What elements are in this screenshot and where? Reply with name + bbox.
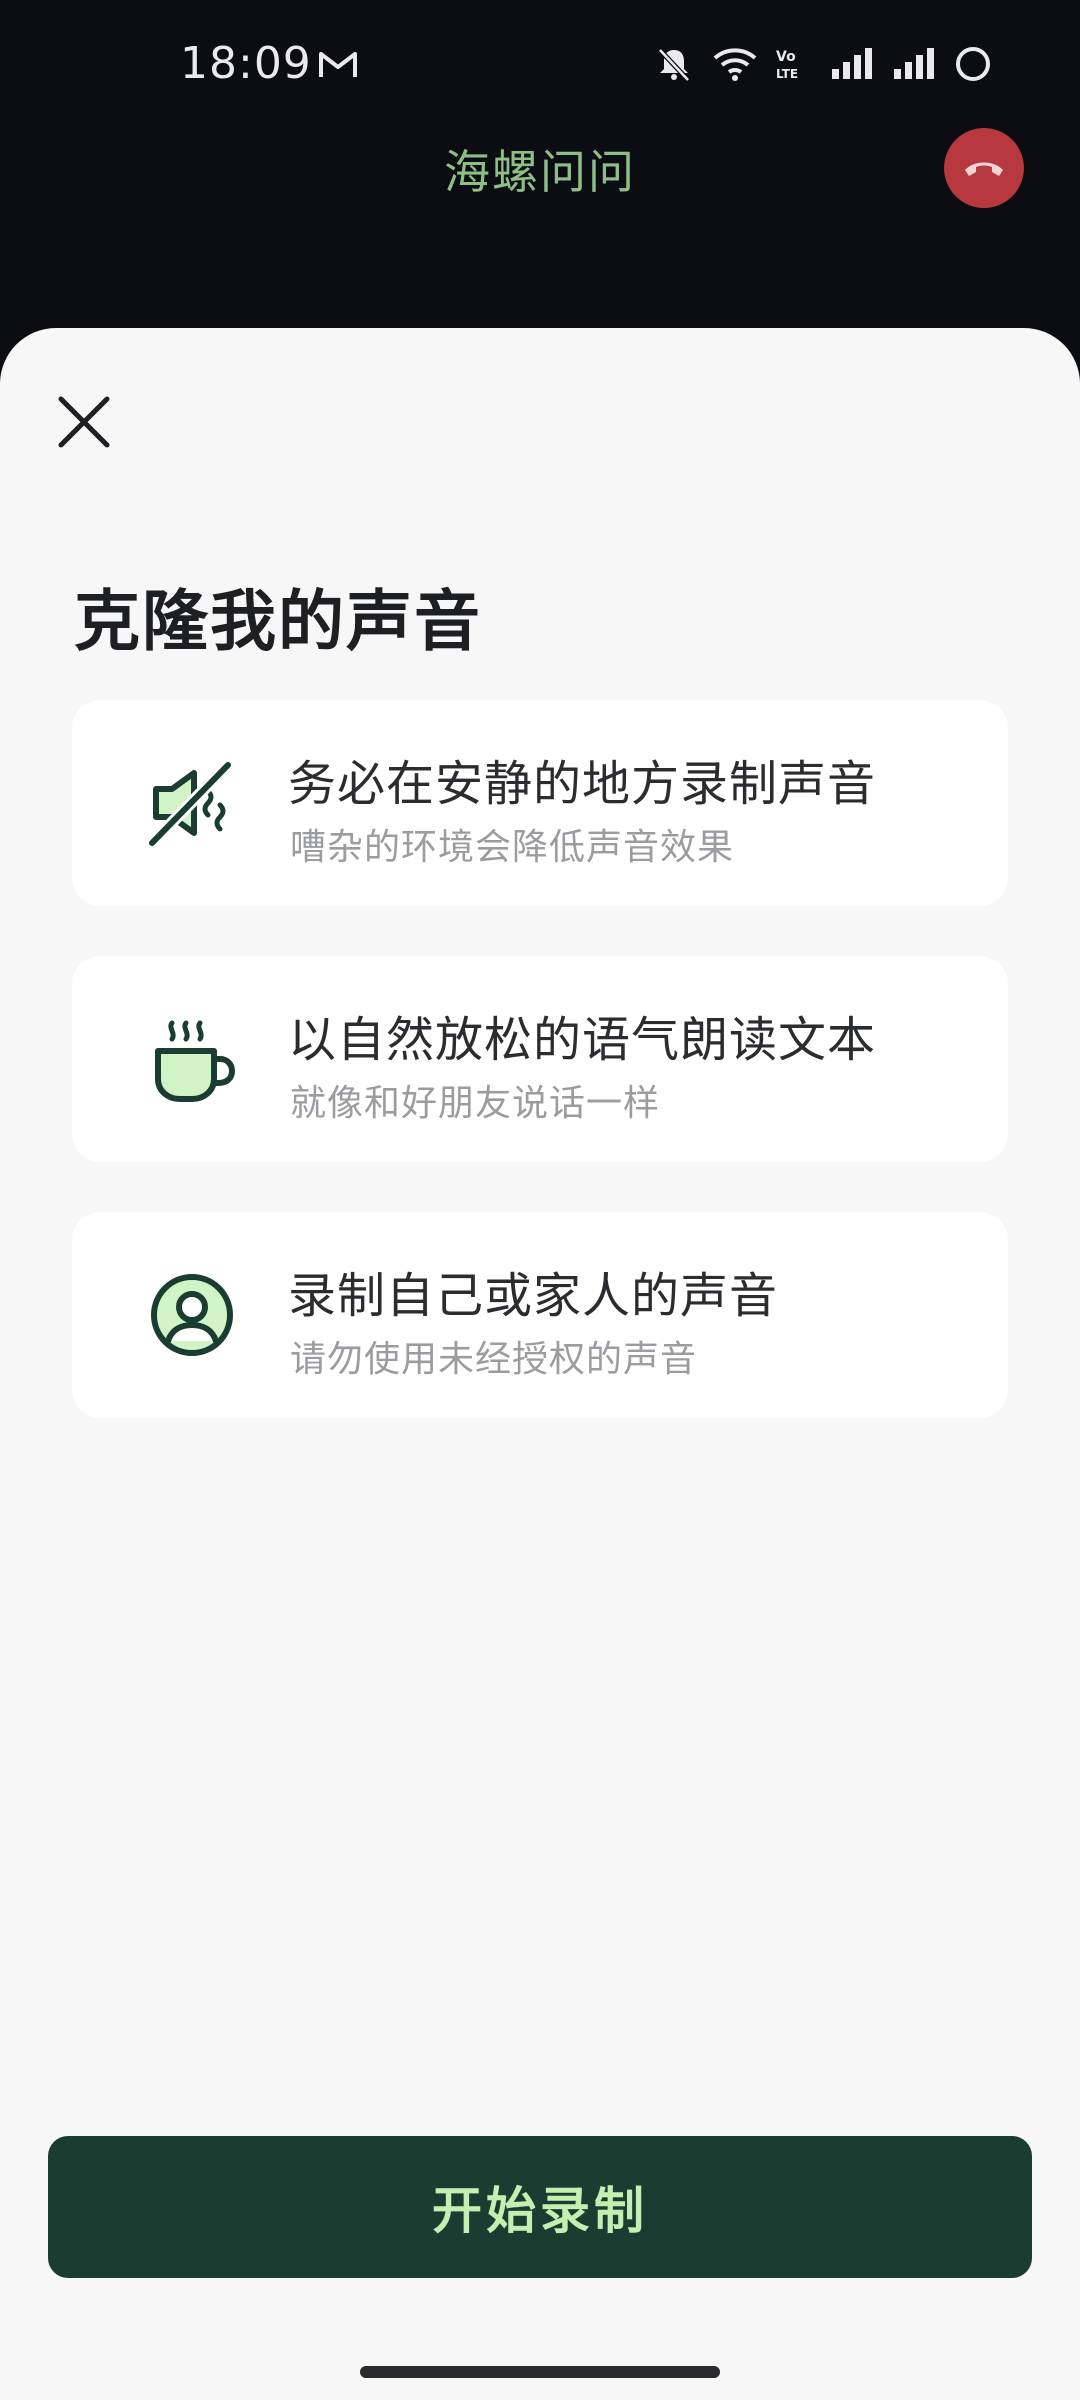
tip-subtitle: 嘈杂的环境会降低声音效果	[290, 827, 735, 868]
coffee-cup-icon	[142, 1009, 242, 1109]
battery-icon	[954, 45, 992, 87]
start-recording-label: 开始录制	[432, 2182, 648, 2240]
tip-title: 录制自己或家人的声音	[288, 1268, 779, 1324]
mute-speaker-icon	[142, 753, 242, 853]
gmail-icon	[318, 50, 358, 84]
hangup-button[interactable]	[944, 128, 1024, 208]
user-avatar-icon	[142, 1265, 242, 1365]
start-recording-button[interactable]: 开始录制	[48, 2136, 1032, 2278]
tip-title: 务必在安静的地方录制声音	[288, 756, 877, 812]
close-icon	[58, 396, 110, 448]
tip-subtitle: 请勿使用未经授权的声音	[290, 1339, 698, 1380]
tip-card-self: 录制自己或家人的声音 请勿使用未经授权的声音	[72, 1212, 1008, 1418]
status-bar: 18:09 Vo LTE	[0, 0, 1080, 130]
svg-text:Vo: Vo	[776, 49, 796, 65]
signal-icon	[892, 47, 936, 85]
phone-hangup-icon	[965, 162, 1003, 176]
home-indicator[interactable]	[360, 2366, 720, 2378]
tip-card-quiet: 务必在安静的地方录制声音 嘈杂的环境会降低声音效果	[72, 700, 1008, 906]
app-title: 海螺问问	[444, 145, 636, 199]
page-title: 克隆我的声音	[74, 583, 482, 660]
tip-subtitle: 就像和好朋友说话一样	[290, 1083, 661, 1124]
screen: 18:09 Vo LTE 海螺问问 克隆我的声音 务必在安静的地方录制声音 嘈杂…	[0, 0, 1080, 2400]
clone-voice-sheet: 克隆我的声音 务必在安静的地方录制声音 嘈杂的环境会降低声音效果 以自然放松的语…	[0, 328, 1080, 2400]
signal-icon	[830, 47, 874, 85]
close-button[interactable]	[44, 382, 124, 462]
wifi-icon	[712, 45, 758, 87]
volte-icon: Vo LTE	[776, 46, 812, 86]
status-time: 18:09	[180, 38, 312, 89]
tip-title: 以自然放松的语气朗读文本	[288, 1012, 877, 1068]
tip-card-relaxed: 以自然放松的语气朗读文本 就像和好朋友说话一样	[72, 956, 1008, 1162]
svg-text:LTE: LTE	[776, 67, 798, 81]
mute-icon	[654, 44, 694, 88]
status-icons: Vo LTE	[654, 44, 992, 88]
